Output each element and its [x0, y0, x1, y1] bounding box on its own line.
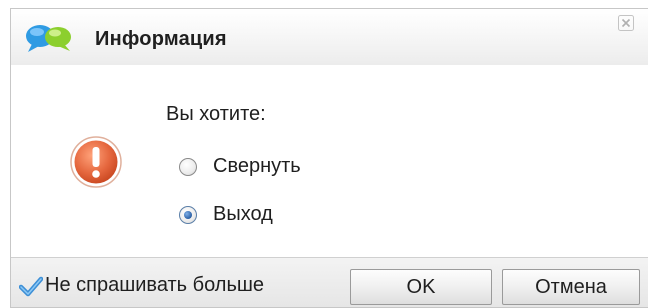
checkmark-icon[interactable]	[19, 275, 43, 297]
ok-button[interactable]: OK	[350, 269, 492, 305]
radio-button-exit[interactable]	[179, 205, 197, 224]
dialog-footer: Не спрашивать больше OK Отмена	[11, 257, 648, 307]
dont-ask-again-label: Не спрашивать больше	[45, 274, 265, 296]
exclamation-icon	[70, 136, 122, 188]
dont-ask-again-checkbox[interactable]: Не спрашивать больше	[19, 274, 264, 297]
chat-bubbles-icon	[26, 25, 71, 52]
dialog-content: Вы хотите: Свернуть Выход	[11, 65, 648, 257]
radio-label-exit: Выход	[213, 203, 273, 225]
radio-exit[interactable]: Выход	[179, 203, 273, 226]
prompt-label: Вы хотите:	[166, 103, 266, 125]
radio-button-minimize[interactable]	[179, 157, 197, 176]
dialog-title: Информация	[95, 28, 227, 50]
title-bar: Информация	[11, 9, 648, 66]
radio-minimize[interactable]: Свернуть	[179, 155, 301, 178]
radio-label-minimize: Свернуть	[213, 155, 301, 177]
information-dialog: Информация Вы хотите: Свернуть Выход Не …	[10, 8, 648, 308]
close-icon[interactable]	[618, 15, 634, 31]
cancel-button[interactable]: Отмена	[502, 269, 640, 305]
